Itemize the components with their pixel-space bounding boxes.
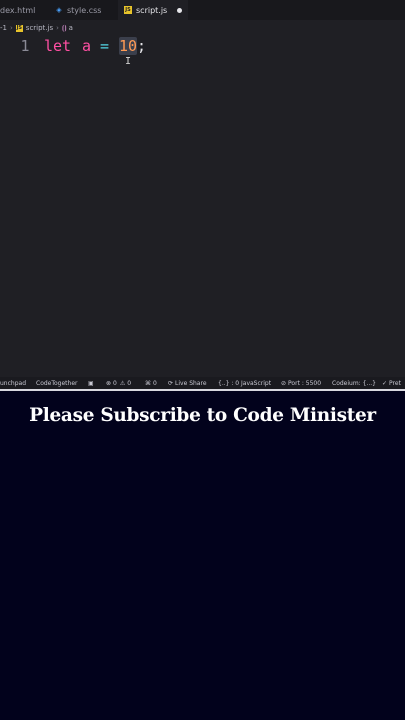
- status-launchpad-label: unchpad: [0, 379, 27, 387]
- js-file-icon: JS: [15, 24, 23, 32]
- identifier-a: a: [82, 37, 92, 55]
- status-ports[interactable]: ⌘ 0: [145, 377, 157, 389]
- antenna-icon: ⌘: [145, 379, 151, 387]
- status-live-share[interactable]: ⟳ Live Share: [168, 377, 207, 389]
- live-share-icon: ⟳: [168, 379, 174, 387]
- status-port[interactable]: ⊘ Port : 5500: [281, 377, 321, 389]
- semicolon: ;: [137, 37, 147, 55]
- tab-style-css[interactable]: ◈ style.css: [55, 0, 115, 20]
- js-file-icon: JS: [124, 6, 132, 14]
- warning-icon: ⚠: [119, 379, 126, 387]
- prettier-label: Pret: [389, 379, 401, 387]
- assignment-operator: =: [100, 37, 110, 55]
- keyword-let: let: [44, 37, 72, 55]
- breadcrumb: -1 › JS script.js › ⦗⦘ a: [0, 22, 73, 34]
- text-cursor-icon: I: [125, 56, 132, 67]
- code-editor[interactable]: dex.html ◈ style.css JS script.js -1 › J…: [0, 0, 405, 389]
- status-codeium[interactable]: Codeium: {...}: [332, 377, 376, 389]
- status-layout[interactable]: ▣: [88, 377, 96, 389]
- tab-label: style.css: [67, 5, 102, 15]
- preview-heading: Please Subscribe to Code Minister: [29, 405, 376, 426]
- no-entry-icon: ⊘: [281, 379, 287, 387]
- line-number: 1: [20, 37, 30, 55]
- status-braces[interactable]: {..} : 0: [218, 377, 239, 389]
- language-label: JavaScript: [241, 379, 272, 387]
- status-prettier[interactable]: ✓ Pret: [382, 377, 401, 389]
- tab-label: script.js: [136, 5, 168, 15]
- chevron-right-icon: ›: [9, 24, 13, 32]
- status-bar: unchpad CodeTogether ▣ ⊗ 0 ⚠ 0 ⌘ 0 ⟳ Liv…: [0, 377, 405, 389]
- braces-label: {..} : 0: [218, 379, 240, 387]
- port-label: Port : 5500: [288, 379, 322, 387]
- breadcrumb-root[interactable]: -1: [0, 24, 7, 32]
- error-count: 0: [113, 379, 117, 387]
- ports-count: 0: [153, 379, 157, 387]
- layout-icon: ▣: [88, 379, 94, 387]
- codeium-label: Codeium: {...}: [332, 379, 376, 387]
- css-file-icon: ◈: [56, 6, 62, 14]
- status-codetogether[interactable]: CodeTogether: [36, 377, 78, 389]
- live-preview-pane: Please Subscribe to Code Minister: [0, 391, 405, 720]
- tab-bar: dex.html ◈ style.css JS script.js: [0, 0, 405, 20]
- status-codetogether-label: CodeTogether: [36, 379, 78, 387]
- variable-icon: ⦗⦘: [61, 23, 67, 32]
- breadcrumb-symbol[interactable]: a: [69, 24, 73, 32]
- error-icon: ⊗: [106, 379, 112, 387]
- tab-index-html[interactable]: dex.html: [0, 0, 50, 20]
- number-literal-selected: 10: [119, 37, 138, 55]
- tab-script-js[interactable]: JS script.js: [118, 0, 188, 20]
- status-launchpad[interactable]: unchpad: [0, 377, 26, 389]
- status-language[interactable]: JavaScript: [241, 377, 271, 389]
- warning-count: 0: [127, 379, 132, 387]
- tab-label: dex.html: [0, 5, 36, 15]
- breadcrumb-file[interactable]: script.js: [26, 24, 53, 32]
- unsaved-changes-dot-icon[interactable]: [177, 8, 182, 13]
- status-problems[interactable]: ⊗ 0 ⚠ 0: [106, 377, 131, 389]
- chevron-right-icon: ›: [56, 24, 59, 32]
- live-share-label: Live Share: [175, 379, 207, 387]
- check-double-icon: ✓: [382, 379, 388, 387]
